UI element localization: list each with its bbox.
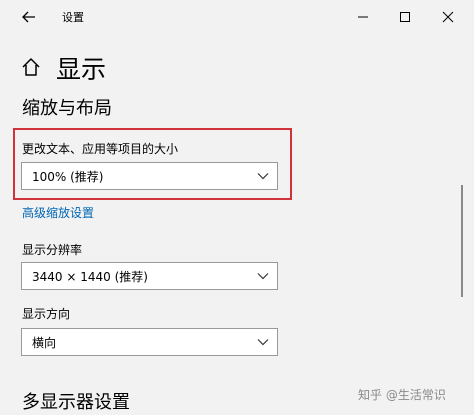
resolution-label: 显示分辨率 bbox=[22, 243, 83, 257]
scrollbar-thumb[interactable] bbox=[461, 185, 463, 297]
home-icon[interactable] bbox=[20, 56, 42, 78]
orientation-dropdown[interactable]: 横向 bbox=[21, 328, 278, 356]
settings-window: 设置 显示 缩放与布局 更改文本、应用等项目的大小 100% (推荐) 高级缩放… bbox=[0, 0, 474, 415]
minimize-button[interactable] bbox=[343, 4, 383, 30]
title-bar: 设置 bbox=[0, 0, 474, 34]
orientation-dropdown-value: 横向 bbox=[32, 335, 57, 350]
scale-dropdown-value: 100% (推荐) bbox=[32, 169, 104, 184]
scale-dropdown[interactable]: 100% (推荐) bbox=[21, 162, 278, 190]
orientation-label: 显示方向 bbox=[22, 307, 71, 321]
resolution-dropdown-value: 3440 × 1440 (推荐) bbox=[32, 269, 148, 284]
chevron-down-icon bbox=[257, 339, 269, 346]
back-arrow-icon bbox=[22, 11, 35, 23]
section-title-multi-display: 多显示器设置 bbox=[22, 392, 130, 413]
scale-label: 更改文本、应用等项目的大小 bbox=[22, 142, 179, 156]
chevron-down-icon bbox=[257, 273, 269, 280]
section-title-scale-layout: 缩放与布局 bbox=[22, 98, 112, 119]
window-title: 设置 bbox=[62, 11, 84, 24]
close-icon bbox=[442, 11, 454, 23]
back-button[interactable] bbox=[12, 4, 46, 30]
page-title: 显示 bbox=[56, 55, 107, 84]
minimize-icon bbox=[358, 16, 368, 18]
resolution-dropdown[interactable]: 3440 × 1440 (推荐) bbox=[21, 262, 278, 290]
maximize-icon bbox=[400, 12, 410, 22]
maximize-button[interactable] bbox=[385, 4, 425, 30]
watermark: 知乎 @生活常识 bbox=[358, 388, 446, 402]
advanced-scaling-link[interactable]: 高级缩放设置 bbox=[22, 204, 94, 221]
close-button[interactable] bbox=[428, 4, 468, 30]
chevron-down-icon bbox=[257, 173, 269, 180]
